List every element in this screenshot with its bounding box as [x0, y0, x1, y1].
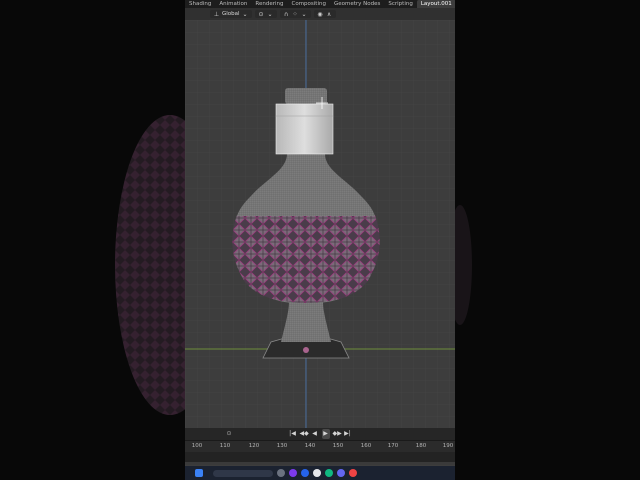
tick-label: 120 [248, 443, 260, 449]
tab-compositing[interactable]: Compositing [287, 0, 329, 8]
timeline-track-area[interactable] [185, 452, 455, 462]
blender-window: Shading Animation Rendering Compositing … [185, 0, 455, 480]
tick-label: 150 [332, 443, 344, 449]
tick-label: 110 [219, 443, 231, 449]
proportional-edit-icon: ◉ [317, 10, 323, 18]
snap-magnet-icon: ∩ [283, 10, 289, 18]
video-frame: Shading Animation Rendering Compositing … [0, 0, 640, 480]
tab-rendering[interactable]: Rendering [251, 0, 287, 8]
snap-grid-icon: ⁘ [292, 10, 298, 18]
bottle-cap[interactable] [275, 103, 334, 155]
app-icon[interactable] [349, 469, 357, 477]
jump-end-button[interactable]: ▶| [344, 429, 352, 439]
taskbar-search-box[interactable] [213, 469, 273, 477]
os-taskbar [185, 466, 455, 480]
clock-icon: ⊙ [226, 430, 232, 437]
bottle-diamond-band [232, 215, 380, 303]
snap-toggle[interactable]: ∩ ⁘ ⌄ [279, 10, 311, 18]
orientation-axes-icon: ⊥ [213, 10, 220, 18]
viewport-header: ⊥ Global ⌄ ⊙ ⌄ ∩ ⁘ ⌄ ◉ ∧ [185, 8, 455, 20]
chevron-down-icon: ⌄ [267, 10, 273, 18]
next-keyframe-button[interactable]: ◆▶ [333, 429, 342, 439]
transform-orientation-dropdown[interactable]: ⊥ Global ⌄ [210, 10, 252, 18]
workspace-tabs-bar: Shading Animation Rendering Compositing … [185, 0, 455, 8]
start-menu-icon[interactable] [195, 469, 203, 477]
tab-shading[interactable]: Shading [185, 0, 215, 8]
falloff-icon: ∧ [326, 10, 332, 18]
app-icon[interactable] [277, 469, 285, 477]
proportional-edit-toggle[interactable]: ◉ ∧ [313, 10, 336, 18]
tick-label: 190 [442, 443, 454, 449]
tick-label: 130 [276, 443, 288, 449]
tick-label: 180 [415, 443, 427, 449]
tab-geometry-nodes[interactable]: Geometry Nodes [330, 0, 384, 8]
app-icon[interactable] [289, 469, 297, 477]
pivot-point-dropdown[interactable]: ⊙ ⌄ [254, 10, 277, 18]
play-button[interactable]: ▶ [321, 429, 330, 439]
tab-layout-001[interactable]: Layout.001 [416, 0, 455, 8]
chevron-down-icon: ⌄ [242, 10, 248, 18]
play-reverse-button[interactable]: ◀ [311, 429, 319, 439]
tick-label: 160 [360, 443, 372, 449]
app-icon[interactable] [313, 469, 321, 477]
object-origin [303, 347, 309, 353]
tab-animation[interactable]: Animation [215, 0, 251, 8]
tick-label: 140 [304, 443, 316, 449]
tab-scripting[interactable]: Scripting [384, 0, 416, 8]
timeline-scrollbar[interactable] [185, 462, 455, 465]
tick-label: 100 [191, 443, 203, 449]
transform-orientation-value: Global [222, 11, 240, 17]
app-icon[interactable] [325, 469, 333, 477]
playback-controls: ⊙ |◀ ◀◆ ◀ ▶ ◆▶ ▶| [185, 428, 455, 440]
3d-viewport[interactable] [185, 20, 455, 428]
chevron-down-icon: ⌄ [301, 10, 307, 18]
pivot-icon: ⊙ [258, 10, 264, 18]
jump-start-button[interactable]: |◀ [289, 429, 297, 439]
prev-keyframe-button[interactable]: ◀◆ [300, 429, 309, 439]
bottle-lip [285, 88, 327, 104]
tick-label: 170 [387, 443, 399, 449]
app-icon[interactable] [301, 469, 309, 477]
app-icon[interactable] [337, 469, 345, 477]
